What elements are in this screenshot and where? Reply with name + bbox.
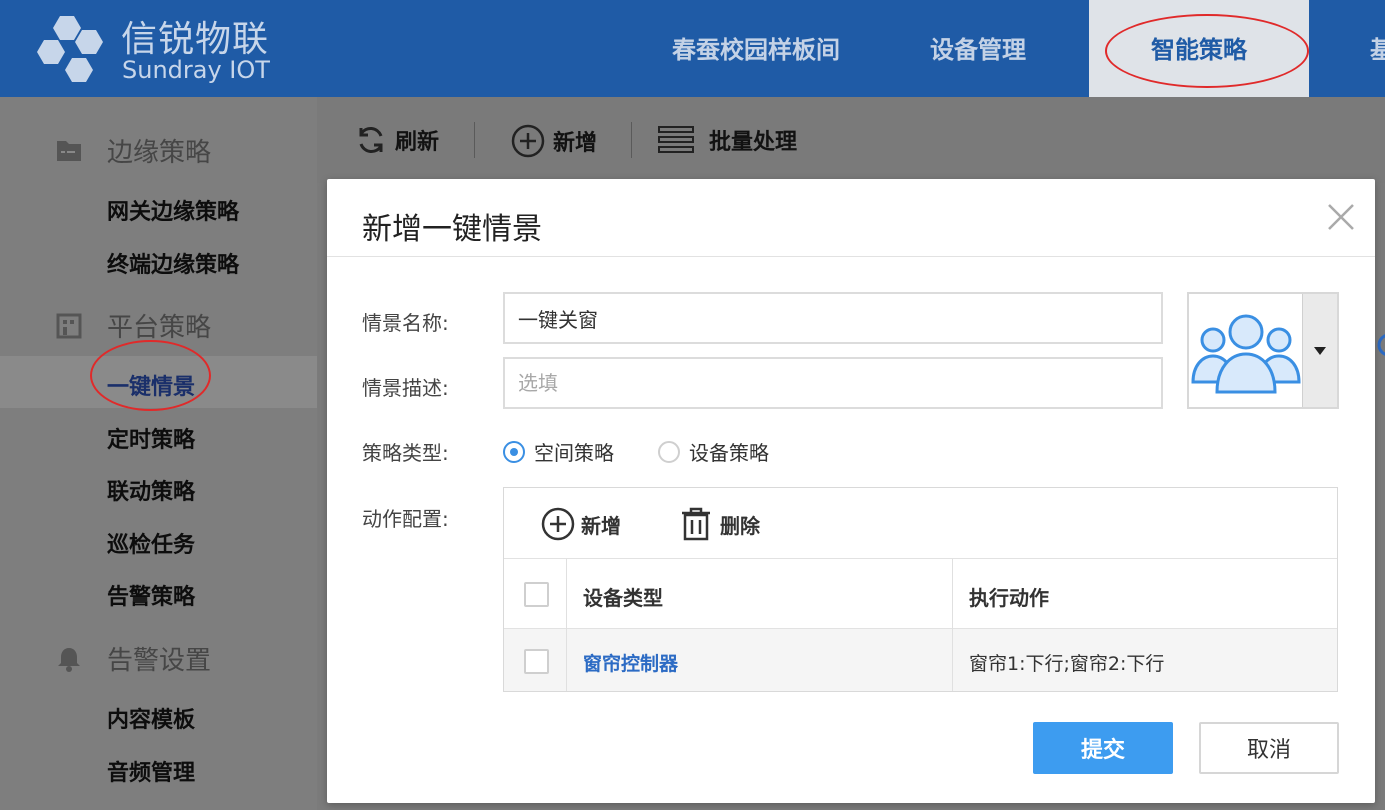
refresh-icon xyxy=(359,127,383,153)
add-scene-dialog: 新增一键情景 情景名称: 情景描述: 策略类型: 空间策略 设备策略 动作配置: xyxy=(327,179,1375,803)
refresh-label: 刷新 xyxy=(395,130,440,155)
scene-icon-picker[interactable] xyxy=(1187,292,1339,409)
sidebar-item-audio[interactable]: 音频管理 xyxy=(107,755,195,787)
scene-name-input[interactable] xyxy=(503,292,1163,344)
scene-name-label: 情景名称: xyxy=(362,311,449,335)
toolbar-divider xyxy=(631,122,632,158)
action-add-button[interactable]: 新增 xyxy=(541,507,621,541)
add-button[interactable]: 新增 xyxy=(511,124,597,158)
toolbar-divider xyxy=(474,122,475,158)
submit-button[interactable]: 提交 xyxy=(1033,722,1173,774)
folder-icon xyxy=(55,137,83,165)
sidebar-group-label: 告警设置 xyxy=(107,646,212,676)
column-header-device-type: 设备类型 xyxy=(583,586,663,610)
dialog-title: 新增一键情景 xyxy=(362,212,542,247)
plus-circle-icon xyxy=(511,124,545,158)
cancel-button[interactable]: 取消 xyxy=(1199,722,1339,774)
radio-label: 空间策略 xyxy=(534,441,614,465)
building-icon xyxy=(55,312,83,340)
bell-icon xyxy=(55,645,83,673)
table-row[interactable]: 窗帘控制器 窗帘1:下行;窗帘2:下行 xyxy=(504,629,1337,691)
annotation-circle-nav xyxy=(1105,14,1309,88)
radio-dot-selected xyxy=(503,440,525,463)
batch-process-label: 批量处理 xyxy=(709,130,798,155)
action-delete-label: 删除 xyxy=(720,513,760,538)
sidebar-item-timed[interactable]: 定时策略 xyxy=(107,422,195,454)
radio-label: 设备策略 xyxy=(689,441,769,465)
trash-icon xyxy=(682,507,710,541)
select-all-checkbox[interactable] xyxy=(524,582,549,607)
scene-description-input[interactable] xyxy=(503,357,1163,409)
sidebar-group-label: 平台策略 xyxy=(107,313,212,343)
list-icon xyxy=(658,126,694,153)
execute-action-cell: 窗帘1:下行;窗帘2:下行 xyxy=(969,653,1165,675)
column-divider xyxy=(566,629,567,691)
icon-picker-dropdown[interactable] xyxy=(1302,294,1337,407)
radio-device-strategy[interactable]: 设备策略 xyxy=(658,437,769,466)
column-divider xyxy=(952,559,953,629)
action-config-panel: 新增 删除 设备类型 执行动作 窗帘控制器 窗帘1:下行;窗帘2:下行 xyxy=(503,487,1338,692)
sidebar-item-alarm-strategy[interactable]: 告警策略 xyxy=(107,579,195,611)
sidebar-group-platform[interactable]: 平台策略 xyxy=(55,307,211,344)
row-checkbox[interactable] xyxy=(524,649,549,674)
scene-description-label: 情景描述: xyxy=(362,376,449,400)
close-icon[interactable] xyxy=(1325,201,1357,233)
refresh-button[interactable]: 刷新 xyxy=(355,124,439,156)
caret-down-icon xyxy=(1314,346,1326,355)
toolbar xyxy=(317,97,1385,183)
batch-process-button[interactable]: 批量处理 xyxy=(657,124,797,156)
sidebar-group-label: 边缘策略 xyxy=(107,138,212,168)
radio-dot xyxy=(658,440,680,463)
annotation-circle-sidebar xyxy=(90,340,211,411)
brand-name-cn: 信锐物联 xyxy=(121,19,270,60)
sidebar-item-linkage[interactable]: 联动策略 xyxy=(107,474,195,506)
device-type-link[interactable]: 窗帘控制器 xyxy=(583,649,678,676)
background-peek xyxy=(1375,330,1385,366)
column-divider xyxy=(952,629,953,691)
add-label: 新增 xyxy=(553,131,598,156)
sidebar-group-edge[interactable]: 边缘策略 xyxy=(55,132,211,169)
column-divider xyxy=(566,559,567,629)
action-delete-button[interactable]: 删除 xyxy=(680,507,760,541)
column-header-action: 执行动作 xyxy=(969,586,1049,610)
sundray-logo-icon xyxy=(37,16,103,82)
strategy-type-label: 策略类型: xyxy=(362,441,449,465)
sidebar-item-inspection[interactable]: 巡检任务 xyxy=(107,527,195,559)
action-config-label: 动作配置: xyxy=(362,507,449,531)
action-add-label: 新增 xyxy=(581,513,621,538)
plus-circle-icon xyxy=(541,507,575,541)
sidebar-item-content-template[interactable]: 内容模板 xyxy=(107,702,195,734)
nav-tab-basic[interactable]: 基 xyxy=(1370,0,1385,97)
user-group-icon xyxy=(1191,314,1301,394)
nav-tab-campus[interactable]: 春蚕校园样板间 xyxy=(672,0,840,97)
brand-name-en: Sundray IOT xyxy=(122,56,270,84)
action-table-header: 设备类型 执行动作 xyxy=(504,558,1337,629)
nav-tab-device-management[interactable]: 设备管理 xyxy=(930,0,1026,97)
sidebar-item-terminal-edge[interactable]: 终端边缘策略 xyxy=(107,247,239,279)
sidebar-item-gateway-edge[interactable]: 网关边缘策略 xyxy=(107,194,239,226)
sidebar-group-alarm[interactable]: 告警设置 xyxy=(55,640,211,677)
dialog-divider xyxy=(327,256,1375,257)
radio-space-strategy[interactable]: 空间策略 xyxy=(503,437,614,466)
